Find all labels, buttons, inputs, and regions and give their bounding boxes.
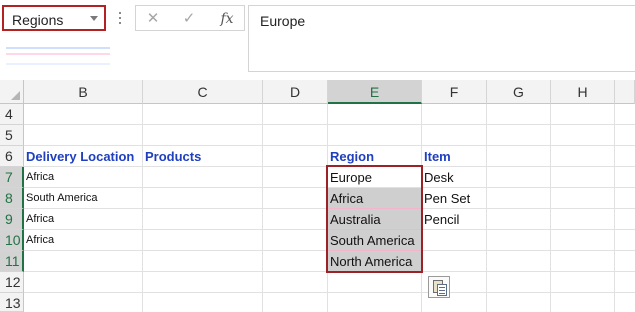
cell-b9[interactable]: Africa	[24, 209, 142, 230]
row-header-12[interactable]: 12	[0, 272, 24, 293]
ghost-divider	[6, 63, 110, 65]
row-header-4[interactable]: 4	[0, 104, 24, 125]
formula-buttons: ✕ ✓ fx	[135, 5, 245, 31]
column-header-d[interactable]: D	[263, 80, 328, 104]
row-header-11[interactable]: 11	[0, 251, 24, 272]
cell-e6[interactable]: Region	[328, 146, 421, 167]
formula-bar-area: Regions ✕ ✓ fx Europe	[0, 0, 635, 74]
cell-f7[interactable]: Desk	[422, 167, 486, 188]
named-range-highlight	[326, 165, 423, 273]
column-header-g[interactable]: G	[487, 80, 551, 104]
paste-options-icon[interactable]	[428, 276, 450, 298]
row-header-7[interactable]: 7	[0, 167, 24, 188]
column-header-f[interactable]: F	[422, 80, 487, 104]
cell-f6[interactable]: Item	[422, 146, 486, 167]
worksheet-grid: B C D E F G H 4 5 6 7 8 9 10 11 12 13 De…	[0, 80, 635, 312]
name-box[interactable]: Regions	[2, 5, 106, 31]
insert-function-button[interactable]: fx	[216, 9, 238, 29]
gridline	[24, 124, 635, 125]
page-icon	[437, 284, 447, 296]
gridline	[24, 292, 635, 293]
cancel-icon[interactable]: ✕	[142, 9, 164, 29]
select-all-icon	[11, 91, 20, 100]
row-header-9[interactable]: 9	[0, 209, 24, 230]
column-header-e[interactable]: E	[328, 80, 422, 104]
cell-f8[interactable]: Pen Set	[422, 188, 486, 209]
enter-icon[interactable]: ✓	[178, 9, 200, 29]
cell-f9[interactable]: Pencil	[422, 209, 486, 230]
row-header-6[interactable]: 6	[0, 146, 24, 167]
formula-input[interactable]: Europe	[248, 5, 635, 72]
cell-b8[interactable]: South America	[24, 188, 142, 209]
column-header-b[interactable]: B	[24, 80, 143, 104]
formula-content[interactable]: Europe	[260, 13, 305, 29]
ghost-divider	[6, 53, 110, 55]
ghost-divider	[6, 47, 110, 49]
row-header-13[interactable]: 13	[0, 293, 24, 312]
cell-area[interactable]: Delivery Location Products Region Item A…	[24, 104, 635, 312]
chevron-down-icon[interactable]	[90, 16, 98, 21]
name-box-value[interactable]: Regions	[12, 12, 63, 28]
column-header-partial[interactable]	[615, 80, 635, 104]
cell-b10[interactable]: Africa	[24, 230, 142, 251]
cell-b7[interactable]: Africa	[24, 167, 142, 188]
column-header-c[interactable]: C	[143, 80, 263, 104]
more-options-icon[interactable]	[118, 12, 122, 26]
cell-c6[interactable]: Products	[143, 146, 262, 167]
column-header-h[interactable]: H	[551, 80, 615, 104]
row-header-5[interactable]: 5	[0, 125, 24, 146]
select-all-button[interactable]	[0, 80, 24, 104]
row-header-8[interactable]: 8	[0, 188, 24, 209]
row-header-10[interactable]: 10	[0, 230, 24, 251]
cell-b6[interactable]: Delivery Location	[24, 146, 142, 167]
